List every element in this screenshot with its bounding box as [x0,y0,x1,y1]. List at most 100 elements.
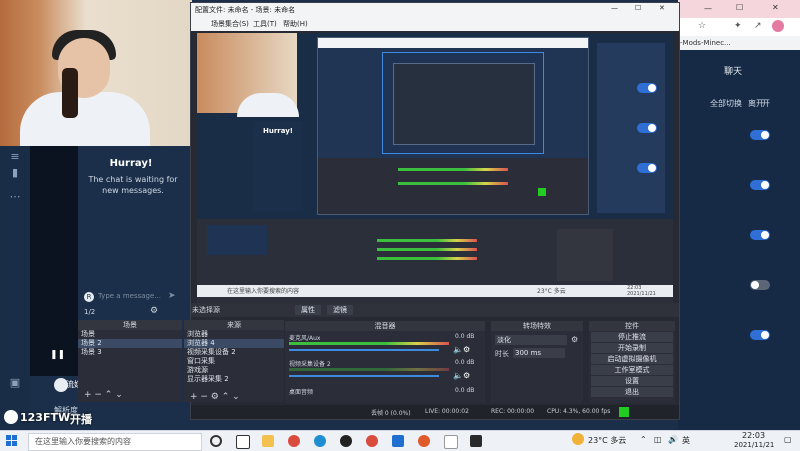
toggle-switch[interactable] [750,280,770,290]
pause-icon[interactable]: ❚❚ [50,350,65,360]
file-explorer-icon[interactable] [262,435,274,447]
sources-dock: 来源 浏览器 浏览器 4 视频采集设备 2 窗口采集 游戏源 显示器采集 2 +… [184,320,284,402]
chrome-icon[interactable] [288,435,300,447]
volume-icon[interactable]: 🔊 [668,435,678,444]
nested-taskbar: 在这里输入你要搜索的内容 23°C 多云 22:03 2021/11/21 [197,285,673,297]
nested-taskbar-search: 在这里输入你要搜索的内容 [227,288,300,295]
nested-status-indicator [538,188,546,196]
toggle-switch[interactable] [750,230,770,240]
network-icon[interactable]: ◫ [654,435,662,444]
extension-icon[interactable]: ✦ [734,21,742,31]
minimize-icon[interactable]: — [611,4,618,12]
stop-streaming-button[interactable]: 停止推流 [591,332,673,342]
toggle-switch[interactable] [750,130,770,140]
filters-button[interactable]: 滤镜 [327,305,353,315]
source-item[interactable]: 视频采集设备 2 [184,348,284,357]
app-icon[interactable] [418,435,430,447]
message-input[interactable]: Type a message... [98,292,164,304]
speaker-icon[interactable]: 🔈⚙ [453,345,470,354]
speaker-icon[interactable]: 🔈⚙ [453,371,470,380]
app-icon[interactable] [444,435,458,449]
toggle-switch[interactable] [750,180,770,190]
video-area: ❚❚ [30,146,78,376]
settings-button[interactable]: 设置 [591,376,673,386]
task-view-icon[interactable] [236,435,250,449]
mixer-channel-name: 麦克风/Aux [289,335,321,342]
nested-obs [317,37,589,215]
maximize-icon[interactable]: ☐ [736,3,743,12]
close-icon[interactable]: ✕ [659,4,665,12]
obs-icon[interactable] [340,435,352,447]
chat-title: 聊天 [724,67,743,77]
user-avatar: R [84,292,94,302]
source-item[interactable]: 显示器采集 2 [184,375,284,384]
properties-button[interactable]: 属性 [295,305,321,315]
nested-weather: 23°C 多云 [537,288,566,295]
nested-meter [377,239,477,242]
scene-item[interactable]: 场景 [78,330,182,339]
tray-chevron-icon[interactable]: ⌃ [640,435,647,444]
chart-icon[interactable]: ▮ [8,166,22,180]
exit-button[interactable]: 退出 [591,387,673,397]
gift-icon[interactable]: ▣ [8,376,22,390]
source-item[interactable]: 浏览器 4 [184,339,284,348]
star-icon[interactable]: ☆ [698,21,706,31]
app-icon[interactable] [470,435,482,447]
nested-hurray: Hurray! [262,127,293,135]
nested-meter [398,168,508,171]
nested-chat: Hurray! [253,121,303,211]
mixer-channel-db: 0.0 dB [455,333,475,340]
app-icon[interactable] [392,435,404,447]
scene-item[interactable]: 场景 3 [78,348,182,357]
source-item[interactable]: 游戏源 [184,366,284,375]
cortana-icon[interactable] [210,435,222,447]
clock-date[interactable]: 2021/11/21 [734,441,774,449]
chat-panel [78,146,184,306]
obs-title: 配置文件: 未命名 - 场景: 未命名 [195,6,296,14]
virtual-camera-button[interactable]: 启动虚拟摄像机 [591,354,673,364]
scene-item[interactable]: 场景 2 [78,339,182,348]
menu-tools[interactable]: 工具(T) [253,19,277,29]
start-recording-button[interactable]: 开始录制 [591,343,673,353]
edge-icon[interactable] [314,435,326,447]
watermark-text: 123FTW [20,411,71,424]
menu-help[interactable]: 帮助(H) [283,19,308,29]
share-icon[interactable]: ↗ [754,21,762,31]
send-icon[interactable]: ➤ [168,291,176,301]
source-item[interactable]: 窗口采集 [184,357,284,366]
clock-time[interactable]: 22:03 [742,431,765,440]
transition-select[interactable]: 淡化 [495,335,567,345]
settings-icon[interactable]: ⚙ [150,306,158,316]
ime-indicator[interactable]: 英 [682,435,690,446]
notification-icon[interactable]: ▢ [784,435,792,444]
profile-avatar[interactable] [772,20,784,32]
hurray-heading: Hurray! [109,158,153,169]
minimize-icon[interactable]: — [704,4,712,13]
bookmark-item[interactable]: -Mods-Minec... [678,36,800,50]
source-item[interactable]: 浏览器 [184,330,284,339]
gear-icon[interactable]: ⚙ [571,335,578,344]
menu-scene-collection[interactable]: 场景集合(S) [211,19,249,29]
taskbar-search-input[interactable]: 在这里输入你要搜索的内容 [28,433,202,451]
duration-input[interactable]: 300 ms [513,348,565,358]
watermark-logo [4,410,18,424]
obs-preview[interactable]: Hurray! 在这里输入你要搜索的内容 23°C 多云 22:03 2021/… [197,33,673,303]
nested-meter [377,248,477,251]
volume-slider[interactable] [289,349,439,351]
mixer-dock: 混音器 麦克风/Aux 0.0 dB 🔈⚙ 视频采集设备 2 0.0 dB 🔈⚙… [285,321,485,403]
close-icon[interactable]: ✕ [772,3,779,12]
windows-start-icon[interactable] [6,435,18,447]
studio-mode-button[interactable]: 工作室模式 [591,365,673,375]
source-toolbar-icons[interactable]: + − ⚙ ⌃ ⌄ [190,392,240,402]
browser-toolbar: ☆ ✦ ↗ [678,18,800,37]
nested-toggle [637,83,657,93]
more-icon[interactable]: ⋯ [8,190,22,204]
toggle-switch[interactable] [750,330,770,340]
list-icon[interactable]: ≡ [8,150,22,164]
volume-slider[interactable] [289,375,439,377]
weather-icon [572,433,584,445]
maximize-icon[interactable]: ☐ [635,4,641,12]
add-icon[interactable]: + − ⌃ ⌄ [84,390,123,400]
weather-text[interactable]: 23°C 多云 [588,435,626,446]
chrome-icon[interactable] [366,435,378,447]
